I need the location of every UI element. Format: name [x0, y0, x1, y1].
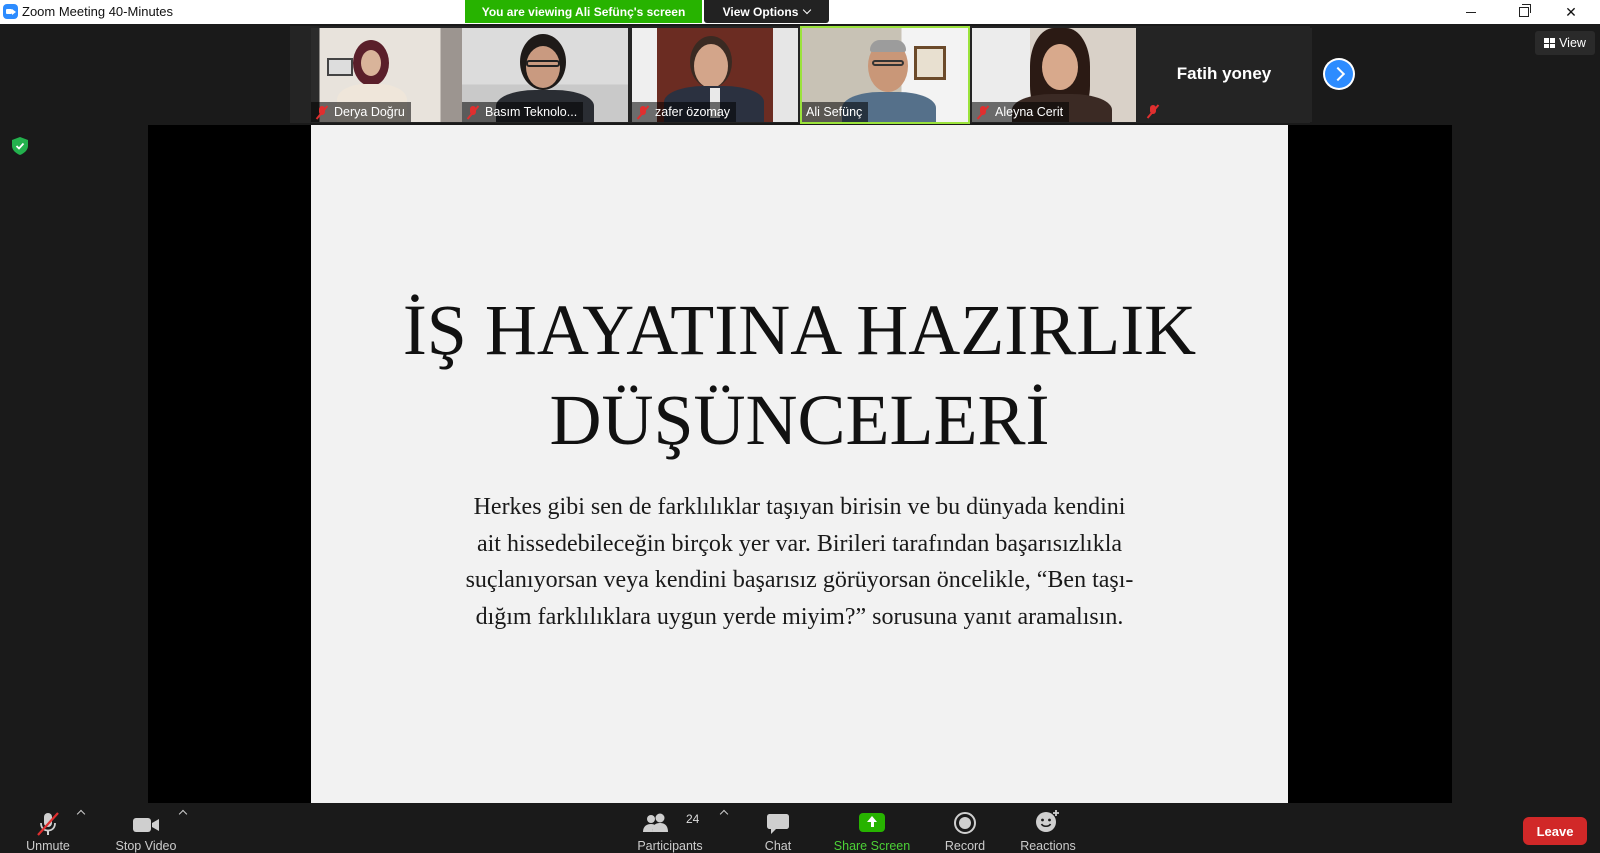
close-button[interactable]: ✕ — [1548, 0, 1594, 24]
leave-meeting-button[interactable]: Leave — [1523, 817, 1587, 845]
window-title: Zoom Meeting 40-Minutes — [22, 4, 174, 19]
chevron-right-icon — [1325, 60, 1353, 88]
reactions-smiley-icon — [1036, 810, 1059, 832]
glasses — [872, 60, 904, 66]
glasses — [526, 60, 560, 67]
participants-options-caret[interactable] — [719, 809, 729, 819]
minimize-icon — [1466, 11, 1476, 13]
slide-body-line: dığım farklılıklara uygun yerde miyim?” … — [475, 603, 1124, 630]
participant-name: Basım Teknolo... — [485, 105, 578, 119]
maximize-button[interactable] — [1501, 0, 1547, 24]
participant-name-label: Aleyna Cerit — [972, 102, 1070, 122]
presentation-slide: İŞ HAYATINA HAZIRLIK DÜŞÜNCELERİ Herkes … — [311, 125, 1288, 803]
encryption-shield-icon[interactable] — [12, 137, 28, 155]
video-tile[interactable]: Aleyna Cerit — [972, 28, 1138, 122]
chevron-down-icon — [803, 5, 812, 15]
share-screen-label: Share Screen — [833, 839, 911, 853]
participant-name: Ali Sefünç — [806, 105, 863, 119]
slide-title-line: DÜŞÜNCELERİ — [549, 380, 1050, 460]
participant-name-label: Derya Doğru — [311, 102, 411, 122]
participant-name: Aleyna Cerit — [995, 105, 1064, 119]
video-tile[interactable]: Basım Teknolo... — [462, 28, 628, 122]
participant-name: Fatih yoney — [1176, 64, 1272, 83]
chat-bubble-icon — [767, 814, 789, 834]
video-tile-no-camera[interactable]: Fatih yoney — [1136, 28, 1312, 122]
video-tile-active-speaker[interactable]: Ali Sefünç — [800, 26, 970, 124]
participant-name: Derya Doğru — [334, 105, 405, 119]
participants-button[interactable]: 24 Participants — [628, 803, 712, 853]
wall-frame — [914, 46, 946, 80]
muted-mic-icon — [466, 105, 480, 120]
view-layout-button[interactable]: View — [1535, 31, 1595, 55]
participants-label: Participants — [637, 839, 703, 853]
slide-body-text: Herkes gibi sen de farklılıklar taşıyan … — [431, 489, 1168, 635]
video-tile[interactable]: zafer özomay — [632, 28, 798, 122]
chat-label: Chat — [764, 839, 792, 853]
viewing-screen-text: You are viewing Ali Sefünç's screen — [481, 4, 686, 19]
grid-view-icon — [1544, 38, 1556, 48]
participants-icon — [643, 813, 668, 832]
chat-button[interactable]: Chat — [752, 803, 804, 853]
hair — [870, 40, 906, 52]
participant-name: zafer özomay — [655, 105, 731, 119]
gallery-next-button[interactable] — [1323, 58, 1355, 90]
slide-body-line: Herkes gibi sen de farklılıklar taşıyan … — [473, 494, 1126, 520]
share-screen-icon — [859, 813, 885, 832]
muted-mic-icon — [1146, 104, 1160, 119]
muted-mic-icon — [636, 105, 650, 120]
zoom-meeting-window: Zoom Meeting 40-Minutes ✕ You are viewin… — [0, 0, 1600, 853]
participant-name-label: Ali Sefünç — [802, 102, 869, 122]
video-tile[interactable]: Derya Doğru — [311, 28, 477, 122]
record-label: Record — [944, 839, 986, 853]
slide-body-line: suçlanıyorsan veya kendini başarısız gör… — [465, 567, 1134, 593]
view-label: View — [1559, 36, 1586, 50]
muted-mic-icon — [315, 105, 329, 120]
slide-title: İŞ HAYATINA HAZIRLIK DÜŞÜNCELERİ — [311, 285, 1288, 465]
video-camera-icon — [133, 818, 159, 832]
stop-video-button[interactable]: Stop Video — [108, 803, 184, 853]
unmute-label: Unmute — [26, 839, 70, 853]
record-button[interactable]: Record — [935, 803, 995, 853]
slide-body-line: ait hissedebileceğin birçok yer var. Bir… — [476, 530, 1123, 557]
viewing-screen-banner: You are viewing Ali Sefünç's screen — [465, 0, 702, 23]
participants-count: 24 — [686, 812, 700, 826]
participant-name-label: Basım Teknolo... — [462, 102, 584, 122]
reactions-label: Reactions — [1020, 839, 1076, 853]
share-screen-button[interactable]: Share Screen — [830, 803, 914, 853]
slide-title-line: İŞ HAYATINA HAZIRLIK — [402, 290, 1197, 370]
participant-name-label: zafer özomay — [632, 102, 737, 122]
audio-options-caret[interactable] — [76, 809, 86, 819]
muted-microphone-icon — [37, 812, 59, 836]
restore-icon — [1519, 4, 1531, 17]
record-icon — [954, 812, 976, 834]
reactions-button[interactable]: Reactions — [1016, 803, 1080, 853]
stop-video-label: Stop Video — [115, 839, 177, 853]
unmute-button[interactable]: Unmute — [18, 803, 78, 853]
muted-mic-icon — [976, 105, 990, 120]
view-options-label: View Options — [722, 4, 799, 19]
view-options-button[interactable]: View Options — [704, 0, 829, 23]
wall-frame — [327, 58, 353, 76]
meeting-toolbar: Unmute Stop Video 24 Participants Chat S… — [0, 803, 1600, 853]
zoom-app-icon — [3, 4, 18, 19]
minimize-button[interactable] — [1448, 0, 1494, 24]
